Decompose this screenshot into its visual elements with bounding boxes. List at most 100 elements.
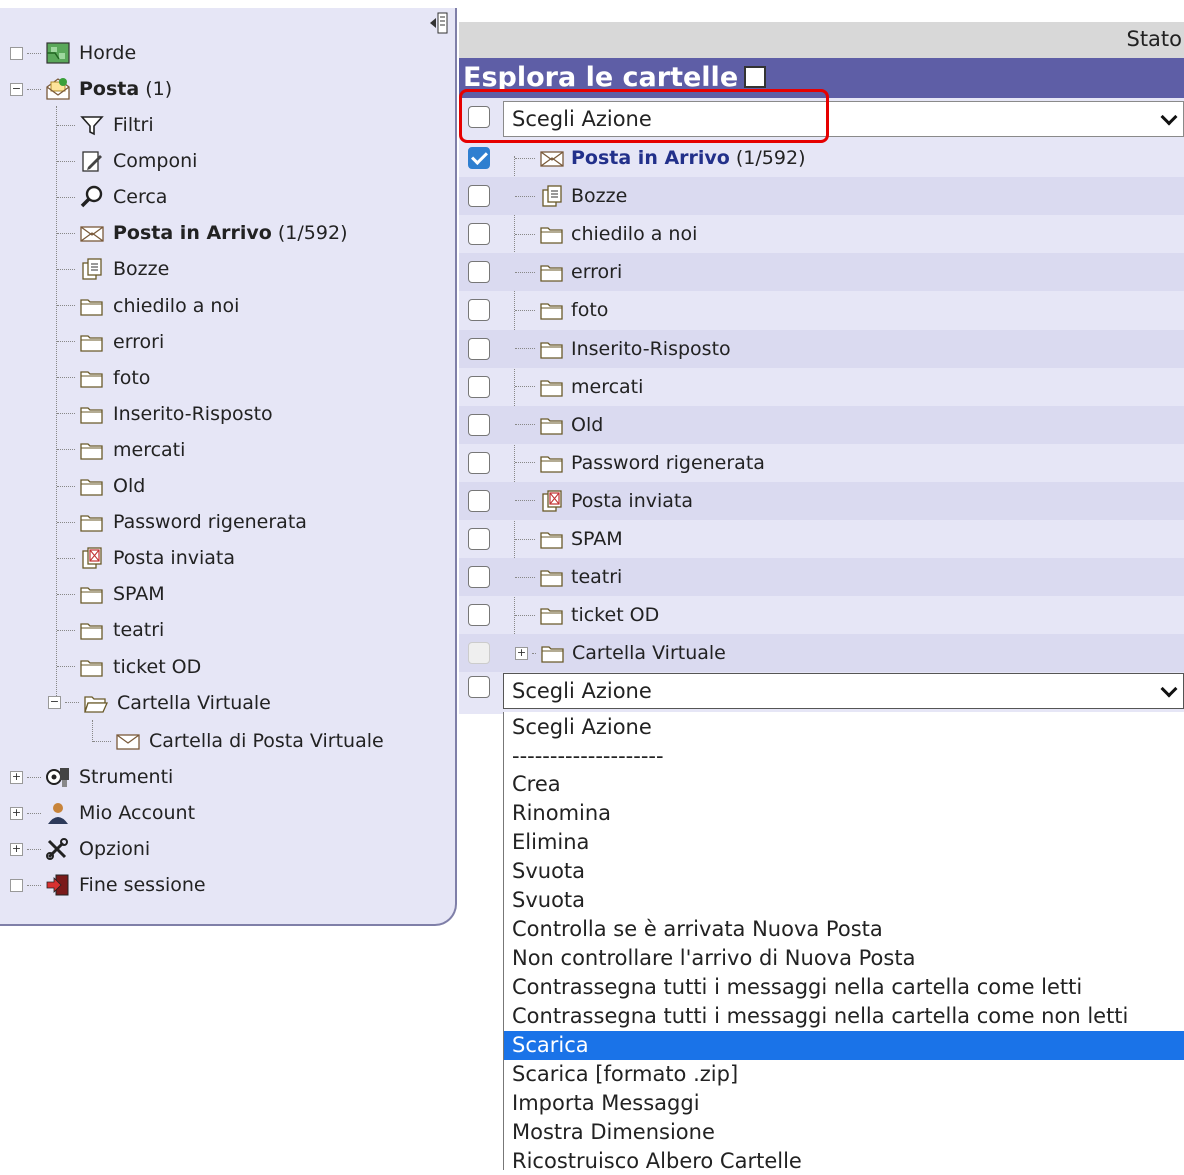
folder-name[interactable]: mercati	[571, 376, 643, 398]
folder-checkbox[interactable]	[468, 489, 490, 512]
folder-name[interactable]: Bozze	[571, 185, 627, 207]
folder-name[interactable]: Posta inviata	[571, 490, 693, 512]
sidebar-item-cerca[interactable]: Cerca	[57, 180, 167, 214]
folder-checkbox[interactable]	[468, 413, 490, 436]
folder-checkbox[interactable]	[468, 261, 490, 284]
sidebar-item-spam[interactable]: SPAM	[57, 577, 165, 611]
sidebar-item-cartella-di-posta-virtuale[interactable]: Cartella di Posta Virtuale	[93, 724, 384, 758]
folder-row[interactable]: ticket OD	[459, 596, 1184, 634]
folder-icon	[539, 336, 565, 362]
sidebar-item-opzioni[interactable]: + Opzioni	[10, 832, 150, 866]
folder-name[interactable]: chiedilo a noi	[571, 223, 697, 245]
dropdown-option[interactable]: Contrassegna tutti i messaggi nella cart…	[504, 1002, 1184, 1031]
folder-checkbox[interactable]	[468, 147, 490, 169]
dropdown-option[interactable]: Scarica [formato .zip]	[504, 1059, 1184, 1088]
folder-icon	[539, 221, 565, 247]
expand-icon[interactable]: +	[10, 806, 23, 820]
folder-row[interactable]: Inserito-Risposto	[459, 329, 1184, 368]
sidebar-item-posta-in-arrivo[interactable]: Posta in Arrivo (1/592)	[57, 216, 347, 250]
sidebar-item-strumenti[interactable]: + Strumenti	[10, 760, 173, 794]
dropdown-option[interactable]: Crea	[504, 770, 1184, 799]
dropdown-separator: --------------------	[512, 743, 664, 768]
dropdown-option[interactable]: Elimina	[504, 828, 1184, 857]
folder-name[interactable]: teatri	[571, 566, 622, 588]
folder-checkbox[interactable]	[468, 223, 490, 246]
collapse-icon[interactable]: −	[10, 82, 23, 96]
folder-name[interactable]: Cartella Virtuale	[572, 642, 726, 664]
dropdown-option[interactable]: Importa Messaggi	[504, 1088, 1184, 1117]
folder-row[interactable]: Bozze	[459, 177, 1184, 216]
sidebar-item-chiedilo-a-noi[interactable]: chiedilo a noi	[57, 289, 239, 323]
expand-icon[interactable]: +	[515, 646, 528, 660]
folder-row[interactable]: mercati	[459, 368, 1184, 406]
folder-row[interactable]: Old	[459, 405, 1184, 444]
folder-checkbox[interactable]	[468, 566, 490, 589]
folder-row[interactable]: Posta in Arrivo (1/592)	[459, 139, 1184, 177]
folder-checkbox[interactable]	[468, 185, 490, 208]
dropdown-option[interactable]: Ricostruisco Albero Cartelle	[504, 1146, 1184, 1175]
folder-checkbox[interactable]	[468, 299, 490, 322]
expand-icon[interactable]: +	[10, 842, 23, 856]
folder-checkbox[interactable]	[468, 528, 490, 550]
sidebar-item-filtri[interactable]: Filtri	[57, 108, 154, 142]
sidebar-item-ticket-od[interactable]: ticket OD	[57, 650, 201, 684]
dropdown-option[interactable]: Rinomina	[504, 799, 1184, 828]
folder-row[interactable]: SPAM	[459, 520, 1184, 558]
sidebar-item-inserito-risposto[interactable]: Inserito-Risposto	[57, 397, 273, 431]
dropdown-option[interactable]: Svuota	[504, 857, 1184, 886]
folder-name[interactable]: SPAM	[571, 528, 623, 550]
folder-name[interactable]: Posta in Arrivo	[571, 147, 730, 169]
folder-row[interactable]: errori	[459, 253, 1184, 292]
dropdown-option[interactable]: Non controllare l'arrivo di Nuova Posta	[504, 944, 1184, 973]
folder-row[interactable]: teatri	[459, 558, 1184, 597]
refresh-icon[interactable]	[744, 65, 767, 88]
collapse-icon[interactable]: −	[48, 696, 61, 710]
folder-checkbox[interactable]	[468, 337, 490, 360]
sidebar-item-old[interactable]: Old	[57, 469, 145, 503]
folder-checkbox[interactable]	[468, 451, 490, 474]
sidebar-item-horde[interactable]: Horde	[10, 36, 136, 70]
action-dropdown-list[interactable]: Scegli Azione -------------------- Crea Rin…	[503, 712, 1184, 1173]
sidebar-item-foto[interactable]: foto	[57, 361, 150, 395]
sidebar-item-errori[interactable]: errori	[57, 325, 164, 359]
folder-name[interactable]: Password rigenerata	[571, 452, 765, 474]
folder-name[interactable]: errori	[571, 261, 622, 283]
folder-row[interactable]: Posta inviata	[459, 481, 1184, 520]
sidebar-item-mio-account[interactable]: + Mio Account	[10, 796, 195, 830]
collapse-sidebar-icon[interactable]	[426, 10, 452, 36]
unread-count: (1)	[139, 78, 173, 100]
tree-node-icon[interactable]	[10, 46, 23, 60]
expand-icon[interactable]: +	[10, 770, 23, 784]
dropdown-option[interactable]: Scarica	[504, 1030, 1184, 1060]
folder-name[interactable]: foto	[571, 299, 608, 321]
select-all-checkbox-bottom[interactable]	[468, 676, 490, 698]
sidebar-item-password-rigenerata[interactable]: Password rigenerata	[57, 505, 307, 539]
folder-checkbox[interactable]	[468, 604, 490, 627]
action-select-bottom[interactable]: Scegli Azione	[503, 673, 1184, 709]
tree-node-icon[interactable]	[10, 878, 23, 892]
sidebar-item-teatri[interactable]: teatri	[57, 613, 164, 647]
dropdown-option[interactable]: Contrassegna tutti i messaggi nella cart…	[504, 973, 1184, 1002]
folder-row[interactable]: foto	[459, 291, 1184, 329]
folder-name[interactable]: Inserito-Risposto	[571, 338, 731, 360]
sidebar-item-mercati[interactable]: mercati	[57, 433, 185, 467]
folder-row[interactable]: chiedilo a noi	[459, 215, 1184, 253]
dropdown-option[interactable]: Mostra Dimensione	[504, 1117, 1184, 1146]
dropdown-option[interactable]: Svuota	[504, 886, 1184, 915]
sidebar-item-cartella-virtuale[interactable]: − Cartella Virtuale	[48, 686, 271, 720]
tree-connector	[532, 652, 536, 654]
folder-name[interactable]: ticket OD	[571, 604, 659, 626]
select-all-checkbox[interactable]	[468, 106, 490, 128]
sidebar-item-posta-inviata[interactable]: Posta inviata	[57, 541, 235, 575]
folder-row[interactable]: + Cartella Virtuale	[459, 634, 1184, 673]
sidebar-item-posta[interactable]: − Posta (1)	[10, 72, 172, 106]
folder-row[interactable]: Password rigenerata	[459, 444, 1184, 482]
dropdown-option[interactable]: Controlla se è arrivata Nuova Posta	[504, 915, 1184, 944]
sidebar-item-componi[interactable]: Componi	[57, 144, 197, 178]
folder-checkbox[interactable]	[468, 375, 490, 398]
sidebar-item-bozze[interactable]: Bozze	[57, 252, 169, 286]
dropdown-option[interactable]: Scegli Azione	[504, 712, 1184, 741]
sidebar-item-fine-sessione[interactable]: Fine sessione	[10, 868, 206, 902]
action-select-top[interactable]: Scegli Azione	[503, 101, 1184, 137]
folder-name[interactable]: Old	[571, 414, 603, 436]
